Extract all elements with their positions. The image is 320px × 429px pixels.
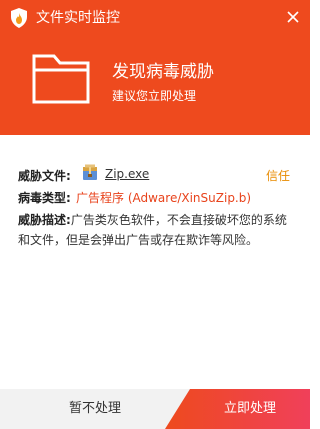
file-label: 威胁文件: bbox=[18, 169, 71, 183]
alert-title: 发现病毒威胁 bbox=[112, 62, 214, 82]
type-label: 病毒类型: bbox=[18, 191, 71, 205]
trust-button[interactable]: 信任 bbox=[266, 167, 290, 184]
threat-file-name[interactable]: Zip.exe bbox=[105, 167, 149, 181]
ignore-button[interactable]: 暂不处理 bbox=[0, 389, 190, 429]
handle-now-button[interactable]: 立即处理 bbox=[165, 389, 310, 429]
close-icon[interactable] bbox=[282, 6, 304, 28]
desc-label: 威胁描述: bbox=[18, 213, 71, 227]
archive-file-icon bbox=[82, 164, 98, 181]
handle-now-label: 立即处理 bbox=[223, 401, 276, 416]
alert-subtitle: 建议您立即处理 bbox=[112, 89, 197, 103]
window-title: 文件实时监控 bbox=[36, 10, 120, 26]
threat-description: 威胁描述:广告类灰色软件，不会直接破坏您的系统和文件，但是会弹出广告或存在欺诈等… bbox=[18, 210, 294, 250]
shield-flame-icon bbox=[10, 8, 28, 28]
virus-alert-window: 文件实时监控 发现病毒威胁 建议您立即处理 威胁文件: Zip.exe 信任 病… bbox=[0, 0, 310, 429]
virus-type-value: 广告程序 (Adware/XinSuZip.b) bbox=[76, 191, 252, 205]
alert-header: 文件实时监控 发现病毒威胁 建议您立即处理 bbox=[0, 0, 310, 135]
threat-details: 威胁文件: Zip.exe 信任 病毒类型: 广告程序 (Adware/XinS… bbox=[0, 160, 310, 280]
action-bar: 暂不处理 立即处理 bbox=[0, 389, 310, 429]
folder-icon bbox=[32, 54, 90, 104]
title-bar[interactable]: 文件实时监控 bbox=[0, 0, 310, 36]
